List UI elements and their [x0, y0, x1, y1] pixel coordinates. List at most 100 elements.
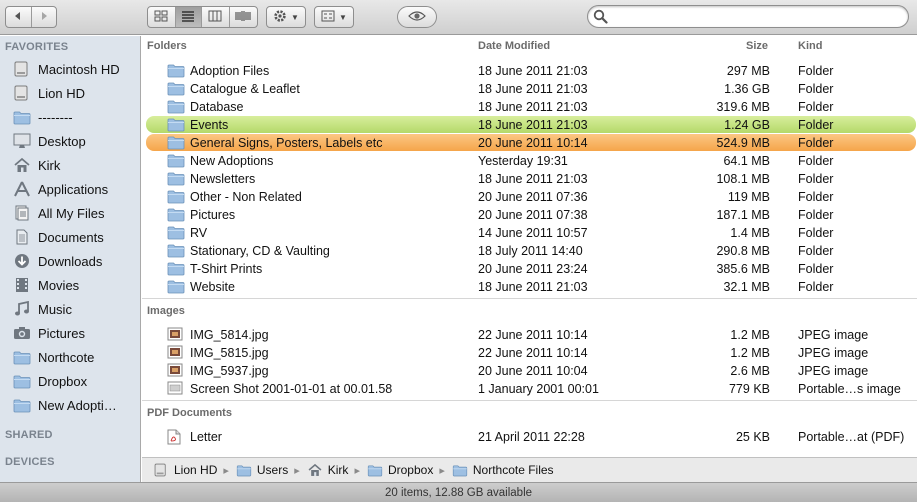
hard-drive-icon — [12, 60, 32, 78]
file-date-modified: 18 June 2011 21:03 — [478, 100, 588, 114]
file-kind: Folder — [798, 226, 834, 240]
sidebar-item[interactable]: Lion HD — [0, 81, 140, 105]
path-segment[interactable]: Lion HD — [152, 462, 217, 478]
camera-icon — [12, 324, 32, 342]
file-name: Stationary, CD & Vaulting — [190, 244, 330, 258]
chevron-down-icon: ▼ — [339, 12, 347, 22]
file-name: IMG_5937.jpg — [190, 364, 269, 378]
column-view-button[interactable] — [202, 7, 230, 27]
sidebar-item[interactable]: Music — [0, 297, 140, 321]
desktop-icon — [12, 132, 32, 150]
folder-icon — [167, 189, 185, 205]
file-row[interactable]: Events 18 June 2011 21:03 1.24 GB Folder — [142, 116, 917, 134]
file-name: Database — [190, 100, 244, 114]
path-segment[interactable]: Kirk — [306, 462, 348, 478]
file-kind: JPEG image — [798, 328, 869, 342]
home-icon — [307, 463, 322, 477]
path-segment[interactable]: Dropbox — [366, 463, 433, 478]
sidebar-item[interactable]: -------- — [0, 105, 140, 129]
path-segment[interactable]: Users — [235, 463, 288, 478]
file-row[interactable]: IMG_5815.jpg 22 June 2011 10:14 1.2 MB JPEG… — [142, 344, 917, 362]
sidebar-item-label: -------- — [38, 109, 73, 125]
sidebar-heading-devices: DEVICES — [5, 456, 55, 468]
sidebar-item[interactable]: Desktop — [0, 129, 140, 153]
file-size: 297 MB — [726, 64, 770, 78]
file-size: 1.2 MB — [730, 346, 770, 360]
file-row[interactable]: RV 14 June 2011 10:57 1.4 MB Folder — [142, 224, 917, 242]
file-name: T-Shirt Prints — [190, 262, 263, 276]
folder-icon — [167, 117, 185, 133]
sidebar-heading-shared: SHARED — [5, 429, 53, 441]
sidebar-item-label: Kirk — [38, 157, 61, 173]
sidebar-item[interactable]: Northcote — [0, 345, 140, 369]
sidebar-item[interactable]: Pictures — [0, 321, 140, 345]
file-row[interactable]: Other - Non Related 20 June 2011 07:36 119… — [142, 188, 917, 206]
sidebar-item[interactable]: Macintosh HD — [0, 57, 140, 81]
documents-icon — [12, 228, 32, 246]
search-icon — [593, 9, 608, 27]
eye-icon — [408, 10, 426, 25]
sidebar-item[interactable]: Downloads — [0, 249, 140, 273]
back-button[interactable] — [6, 7, 32, 27]
sidebar-item-label: Lion HD — [38, 85, 85, 101]
cover-flow-view-button[interactable] — [230, 7, 257, 27]
search-field[interactable] — [587, 5, 909, 28]
file-date-modified: 22 June 2011 10:14 — [478, 328, 588, 342]
arrange-menu-button[interactable]: ▼ — [314, 6, 354, 28]
file-row[interactable]: Newsletters 18 June 2011 21:03 108.1 MB Fol… — [142, 170, 917, 188]
sidebar-item[interactable]: Dropbox — [0, 369, 140, 393]
file-row[interactable]: Database 18 June 2011 21:03 319.6 MB Folder — [142, 98, 917, 116]
file-size: 385.6 MB — [716, 262, 770, 276]
icon-view-button[interactable] — [148, 7, 176, 27]
file-row[interactable]: Pictures 20 June 2011 07:38 187.1 MB Folder — [142, 206, 917, 224]
file-kind: Folder — [798, 64, 834, 78]
file-kind: Folder — [798, 100, 834, 114]
file-date-modified: Yesterday 19:31 — [478, 154, 568, 168]
search-input[interactable] — [612, 8, 902, 25]
action-menu-button[interactable]: ▼ — [266, 6, 306, 28]
toolbar: ▼ ▼ — [0, 0, 917, 35]
file-name: Letter — [190, 430, 222, 444]
sidebar-item[interactable]: Documents — [0, 225, 140, 249]
folder-icon — [167, 261, 185, 277]
file-row[interactable]: Adoption Files 18 June 2011 21:03 297 MB Fo… — [142, 62, 917, 80]
list-view-button[interactable] — [175, 7, 203, 27]
file-name: Adoption Files — [190, 64, 270, 78]
file-row[interactable]: General Signs, Posters, Labels etc 20 Jun… — [142, 134, 917, 152]
path-segment-label: Users — [256, 463, 289, 477]
file-date-modified: 18 June 2011 21:03 — [478, 82, 588, 96]
forward-arrow-icon — [39, 10, 49, 24]
sidebar-item[interactable]: Movies — [0, 273, 140, 297]
column-header-date-modified[interactable]: Date Modified — [478, 40, 550, 52]
file-row[interactable]: Letter 21 April 2011 22:28 25 KB Portable…a… — [142, 428, 917, 446]
list-view-icon — [181, 10, 195, 25]
file-name: New Adoptions — [190, 154, 274, 168]
file-row[interactable]: T-Shirt Prints 20 June 2011 23:24 385.6 MB… — [142, 260, 917, 278]
file-kind: Folder — [798, 280, 834, 294]
image-file-icon — [167, 327, 185, 343]
path-segment[interactable]: Northcote Files — [451, 463, 554, 478]
forward-button[interactable] — [32, 7, 57, 27]
sidebar-item[interactable]: New Adopti… — [0, 393, 140, 417]
file-date-modified: 21 April 2011 22:28 — [478, 430, 585, 444]
column-header-name[interactable]: Folders — [147, 40, 187, 52]
file-size: 1.24 GB — [724, 118, 770, 132]
file-row[interactable]: Screen Shot 2001-01-01 at 00.01.58 1 Janu… — [142, 380, 917, 398]
file-row[interactable]: Catalogue & Leaflet 18 June 2011 21:03 1.3… — [142, 80, 917, 98]
file-row[interactable]: Stationary, CD & Vaulting 18 July 2011 14… — [142, 242, 917, 260]
column-header-kind[interactable]: Kind — [798, 40, 822, 52]
back-arrow-icon — [13, 10, 23, 24]
file-row[interactable]: IMG_5814.jpg 22 June 2011 10:14 1.2 MB JPEG… — [142, 326, 917, 344]
image-file-icon — [167, 363, 185, 379]
sidebar-item[interactable]: Applications — [0, 177, 140, 201]
quick-look-button[interactable] — [397, 6, 437, 28]
file-date-modified: 18 June 2011 21:03 — [478, 64, 588, 78]
file-row[interactable]: New Adoptions Yesterday 19:31 64.1 MB Folde… — [142, 152, 917, 170]
column-header-size[interactable]: Size — [746, 40, 768, 52]
sidebar-item[interactable]: Kirk — [0, 153, 140, 177]
file-size: 524.9 MB — [716, 136, 770, 150]
file-row[interactable]: Website 18 June 2011 21:03 32.1 MB Folder — [142, 278, 917, 296]
file-row[interactable]: IMG_5937.jpg 20 June 2011 10:04 2.6 MB JPEG… — [142, 362, 917, 380]
sidebar-item[interactable]: All My Files — [0, 201, 140, 225]
file-date-modified: 20 June 2011 10:14 — [478, 136, 588, 150]
